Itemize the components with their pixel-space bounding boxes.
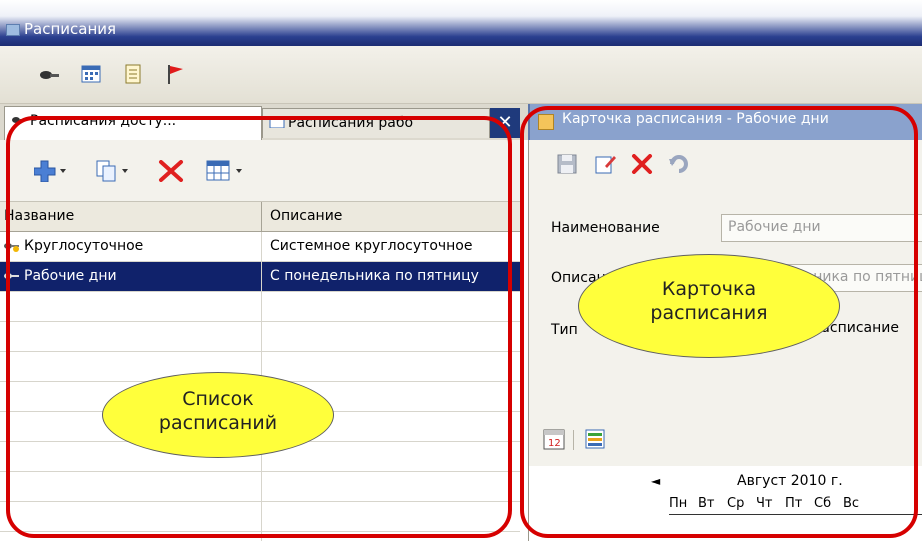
calendar-icon[interactable] [80,63,102,85]
save-icon[interactable] [557,154,577,178]
svg-text:12: 12 [548,438,561,449]
table-row-empty[interactable] [0,322,520,352]
grid-icon[interactable] [206,160,246,186]
column-header-name[interactable]: Название [4,208,74,224]
row-description: Системное круглосуточное [270,238,473,254]
calendar-icon [269,115,285,129]
tab-label: Расписания рабо [288,115,414,131]
key-icon [11,114,27,126]
weekday-label: Сб [814,496,832,511]
close-icon[interactable]: ✕ [490,108,520,138]
tab-schedule-card[interactable]: Карточка расписания - Рабочие дни [528,104,922,140]
prev-month-icon[interactable]: ◄ [651,474,660,488]
column-header-description[interactable]: Описание [270,208,342,224]
toolbar-separator [573,430,574,450]
weekday-label: Вт [698,496,715,511]
document-icon[interactable] [122,63,144,85]
row-name: Круглосуточное [24,238,144,254]
column-separator[interactable] [261,202,262,232]
weekday-label: Пн [669,496,688,511]
week-grid-icon[interactable] [585,428,605,454]
tab-label: Расписания досту... [30,113,177,129]
delete-icon[interactable] [158,160,184,186]
tab-access-schedules[interactable]: Расписания досту... [4,106,262,140]
calendar-header: ◄ Август 2010 г. [529,472,922,494]
copy-icon[interactable] [96,160,130,186]
undo-icon[interactable] [669,154,691,178]
card-icon [538,114,554,130]
add-icon[interactable] [33,160,68,186]
card-toolbar [529,140,922,188]
calendar-days-grid[interactable] [669,514,922,541]
annotation-callout-list: Список расписаний [102,372,334,458]
table-row-empty[interactable] [0,472,520,502]
table-row-empty[interactable] [0,502,520,532]
key-icon [3,270,21,282]
weekday-label: Пт [785,496,803,511]
window-titlebar: Расписания [0,0,922,46]
edit-icon[interactable] [595,154,617,178]
row-name: Рабочие дни [24,268,117,284]
schedule-list-pane: Название Описание Круглосуточное Системн… [0,140,520,541]
calendar-month: Август 2010 г. [737,473,843,489]
tab-work-schedules[interactable]: Расписания рабо [262,108,490,138]
field-label-type: Тип [551,322,578,338]
key-icon [3,240,21,252]
table-row[interactable]: Круглосуточное Системное круглосуточное [0,232,520,262]
list-toolbar [0,140,520,202]
main-toolbar [0,46,922,104]
schedule-grid: Название Описание Круглосуточное Системн… [0,202,520,541]
field-label-name: Наименование [551,220,660,236]
delete-icon[interactable] [631,154,653,178]
annotation-callout-card: Карточка расписания [578,254,840,358]
calendar-12-icon[interactable]: 12 [543,428,565,454]
window-title: Расписания [24,20,117,38]
row-description: С понедельника по пятницу [270,268,479,284]
table-row-empty[interactable] [0,292,520,322]
calendar-weekdays: Пн Вт Ср Чт Пт Сб Вс [669,496,872,511]
table-row-selected[interactable]: Рабочие дни С понедельника по пятницу [0,262,520,292]
card-tab-label: Карточка расписания - Рабочие дни [562,111,829,127]
key-icon[interactable] [38,63,60,85]
weekday-label: Вс [843,496,860,511]
grid-header: Название Описание [0,202,520,232]
window-grid-icon [6,24,20,36]
weekday-label: Чт [756,496,773,511]
name-field[interactable]: Рабочие дни [721,214,922,242]
flag-icon[interactable] [164,63,186,85]
weekday-label: Ср [727,496,745,511]
